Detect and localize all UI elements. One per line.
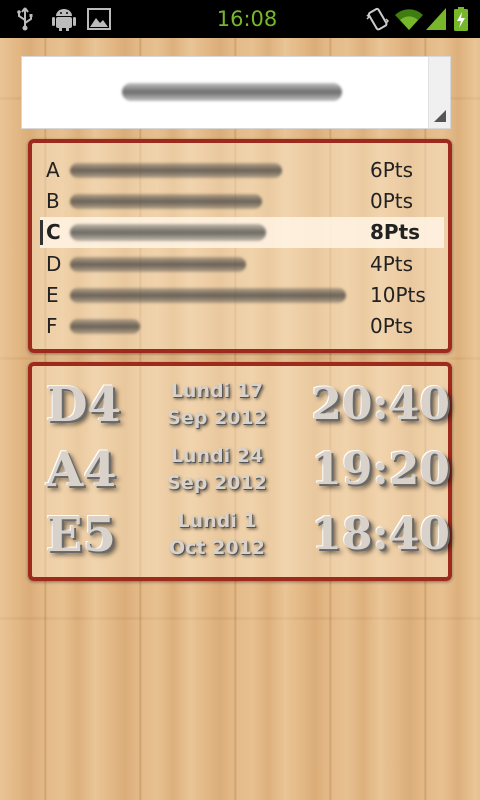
standings-panel: A 6Pts B 0Pts C 8Pts D 4Pts E 10Pts F 0P… bbox=[28, 139, 452, 353]
standings-row[interactable]: A 6Pts bbox=[40, 155, 444, 186]
redacted-text bbox=[122, 83, 342, 101]
standings-row[interactable]: D 4Pts bbox=[40, 249, 444, 280]
team-points: 8Pts bbox=[370, 220, 421, 244]
row-letter: A bbox=[46, 158, 60, 182]
vibrate-icon bbox=[366, 7, 390, 31]
court-code: E5 bbox=[46, 507, 116, 563]
schedule-panel: D4 Lundi 17 Sep 2012 20:40 A4 Lundi 24 S… bbox=[28, 362, 452, 581]
standings-row[interactable]: B 0Pts bbox=[40, 186, 444, 217]
match-month-year: Oct 2012 bbox=[169, 537, 265, 559]
match-day: Lundi 1 bbox=[177, 510, 257, 532]
status-time: 16:08 bbox=[216, 7, 278, 31]
match-month-year: Sep 2012 bbox=[167, 407, 267, 429]
redacted-text bbox=[70, 163, 282, 178]
match-day: Lundi 17 bbox=[170, 380, 264, 402]
standings-row-selected[interactable]: C 8Pts bbox=[40, 217, 444, 248]
row-letter: B bbox=[46, 189, 60, 213]
row-letter: E bbox=[46, 283, 59, 307]
team-points: 6Pts bbox=[370, 158, 414, 182]
standings-row[interactable]: F 0Pts bbox=[40, 311, 444, 342]
team-points: 0Pts bbox=[370, 314, 414, 338]
match-time: 18:40 bbox=[311, 509, 450, 560]
image-notification-icon bbox=[87, 8, 111, 30]
court-code: A4 bbox=[46, 442, 117, 498]
team-points: 0Pts bbox=[370, 189, 414, 213]
match-row[interactable]: D4 Lundi 17 Sep 2012 20:40 bbox=[40, 374, 450, 436]
court-code: D4 bbox=[46, 377, 122, 433]
match-time: 20:40 bbox=[311, 379, 450, 430]
match-date: Lundi 17 Sep 2012 bbox=[152, 378, 282, 434]
usb-icon bbox=[17, 7, 33, 31]
redacted-text bbox=[70, 319, 140, 334]
match-row[interactable]: A4 Lundi 24 Sep 2012 19:20 bbox=[40, 439, 450, 501]
match-row[interactable]: E5 Lundi 1 Oct 2012 18:40 bbox=[40, 504, 450, 566]
redacted-text bbox=[70, 288, 346, 303]
signal-icon bbox=[426, 8, 446, 30]
match-date: Lundi 1 Oct 2012 bbox=[152, 508, 282, 564]
row-letter: C bbox=[46, 220, 61, 244]
status-bar: 16:08 bbox=[0, 0, 480, 38]
wifi-icon bbox=[395, 9, 423, 31]
match-time: 19:20 bbox=[311, 444, 450, 495]
redacted-text bbox=[70, 224, 266, 241]
redacted-text bbox=[70, 257, 246, 272]
selection-indicator bbox=[40, 220, 43, 245]
android-debug-icon bbox=[52, 9, 76, 31]
team-points: 10Pts bbox=[370, 283, 426, 307]
match-date: Lundi 24 Sep 2012 bbox=[152, 443, 282, 499]
division-spinner[interactable] bbox=[21, 56, 451, 129]
team-points: 4Pts bbox=[370, 252, 414, 276]
spinner-scroll-track bbox=[428, 57, 450, 128]
battery-charging-icon bbox=[454, 7, 468, 31]
dropdown-arrow-icon bbox=[434, 110, 446, 122]
row-letter: D bbox=[46, 252, 62, 276]
row-letter: F bbox=[46, 314, 58, 338]
match-day: Lundi 24 bbox=[170, 445, 264, 467]
standings-row[interactable]: E 10Pts bbox=[40, 280, 444, 311]
match-month-year: Sep 2012 bbox=[167, 472, 267, 494]
redacted-text bbox=[70, 194, 262, 209]
